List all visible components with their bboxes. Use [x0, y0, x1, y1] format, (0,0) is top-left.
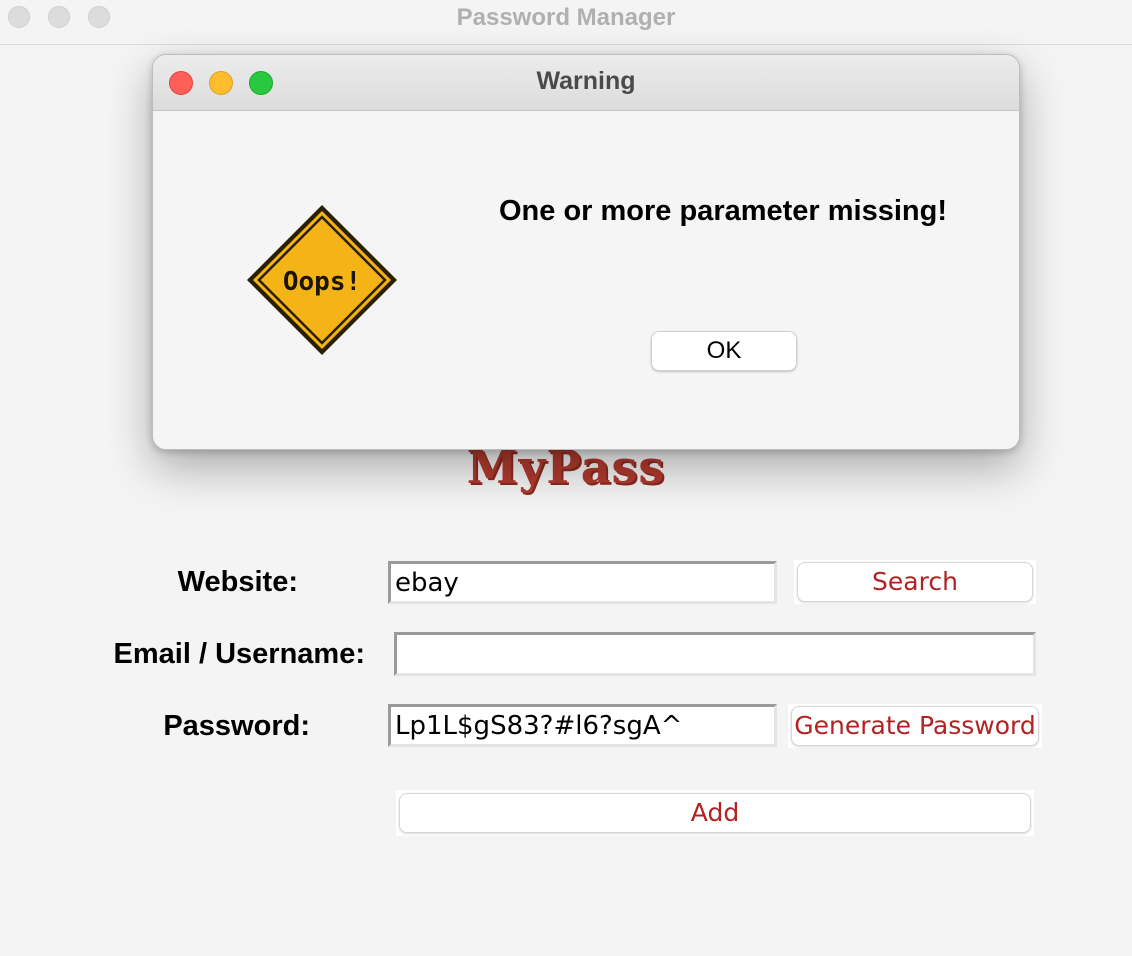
main-titlebar: Password Manager [0, 0, 1132, 45]
email-username-input[interactable] [394, 632, 1036, 676]
warning-dialog: Warning Oops! One or more parameter miss… [152, 54, 1020, 450]
oops-warning-sign-icon: Oops! [247, 205, 397, 355]
dialog-titlebar: Warning [153, 55, 1019, 111]
add-button-frame: Add [396, 790, 1034, 836]
password-label: Password: [163, 710, 310, 742]
website-label: Website: [177, 566, 298, 598]
search-button-frame: Search [794, 560, 1036, 604]
generate-password-button[interactable]: Generate Password [791, 706, 1039, 746]
add-button[interactable]: Add [399, 793, 1031, 833]
generate-button-frame: Generate Password [788, 704, 1042, 748]
password-input[interactable]: Lp1L$gS83?#l6?sgA^ [388, 704, 777, 747]
website-input[interactable]: ebay [388, 561, 777, 604]
ok-button[interactable]: OK [651, 331, 797, 371]
dialog-message: One or more parameter missing! [498, 195, 948, 227]
email-username-label: Email / Username: [113, 638, 365, 670]
window-title: Password Manager [456, 4, 676, 31]
dialog-title: Warning [536, 67, 636, 95]
oops-sign-text: Oops! [283, 267, 361, 297]
search-button[interactable]: Search [797, 562, 1033, 602]
